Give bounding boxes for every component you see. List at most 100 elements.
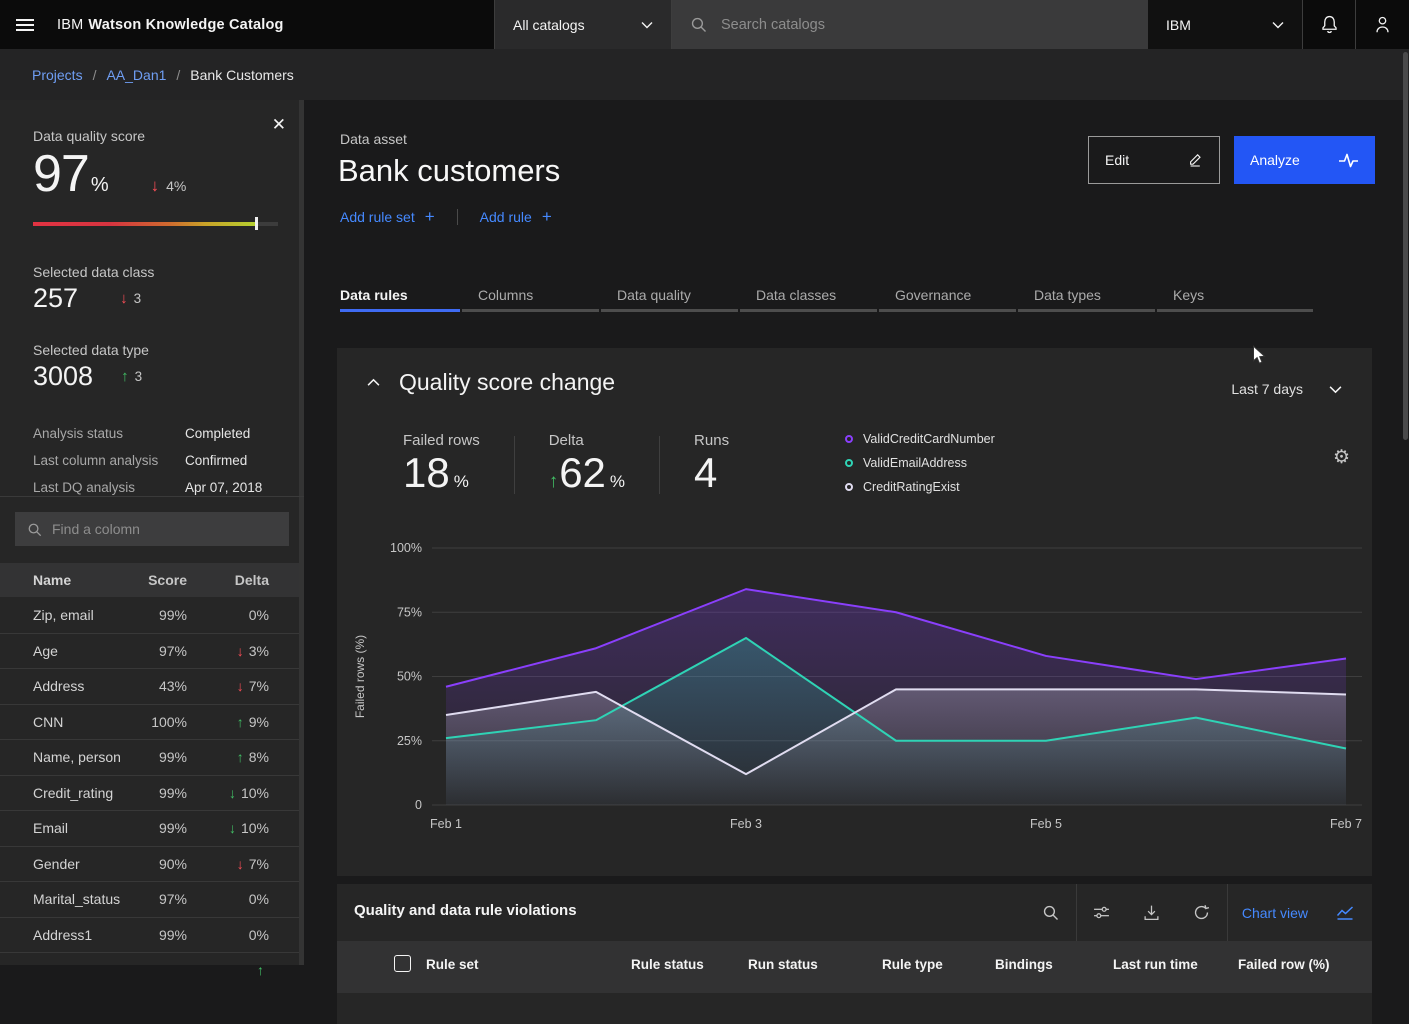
column-row[interactable]: Address199%0% bbox=[0, 917, 299, 953]
column-row[interactable]: Name, person99%↑8% bbox=[0, 739, 299, 775]
add-rule-button[interactable]: Add rule+ bbox=[480, 207, 552, 227]
edit-icon bbox=[1187, 152, 1203, 168]
svg-text:Feb 1: Feb 1 bbox=[430, 817, 462, 831]
reset-icon bbox=[1193, 904, 1210, 921]
find-column-search bbox=[15, 512, 289, 546]
tab-data-rules[interactable]: Data rules bbox=[340, 281, 460, 312]
chevron-down-icon bbox=[1329, 385, 1342, 394]
legend-swatch bbox=[845, 435, 853, 443]
column-delta: ↓7% bbox=[187, 856, 269, 872]
analysis-meta: Analysis status Completed Last column an… bbox=[33, 426, 304, 495]
legend-item[interactable]: ValidEmailAddress bbox=[845, 456, 995, 470]
data-type-delta: 3 bbox=[135, 369, 143, 384]
search-icon bbox=[690, 16, 707, 33]
line-chart-icon bbox=[1336, 905, 1354, 921]
data-class-delta: 3 bbox=[134, 291, 142, 306]
column-name: Address1 bbox=[33, 927, 125, 943]
chart-stats: Failed rows 18 % Delta ↑ 62 % Runs 4 bbox=[403, 432, 729, 497]
collapse-section-button[interactable] bbox=[367, 378, 380, 387]
breadcrumb-link-projects[interactable]: Projects bbox=[32, 67, 83, 83]
close-icon: ✕ bbox=[272, 115, 286, 134]
download-button[interactable] bbox=[1127, 884, 1177, 941]
column-score: 99% bbox=[125, 607, 187, 623]
column-score: 100% bbox=[125, 714, 187, 730]
data-class-label: Selected data class bbox=[33, 264, 304, 280]
column-row[interactable]: Email99%↓10% bbox=[0, 810, 299, 846]
notifications-button[interactable] bbox=[1302, 0, 1355, 49]
plus-icon: + bbox=[542, 207, 552, 227]
divider bbox=[659, 436, 660, 494]
column-name: Marital_status bbox=[33, 891, 125, 907]
catalog-selector[interactable]: All catalogs bbox=[494, 0, 672, 49]
breadcrumb-separator: / bbox=[176, 67, 180, 83]
legend-item[interactable]: CreditRatingExist bbox=[845, 480, 995, 494]
column-row[interactable]: Credit_rating99%↓10% bbox=[0, 775, 299, 811]
analyze-button[interactable]: Analyze bbox=[1234, 136, 1375, 184]
violations-card: Quality and data rule violations Chart v… bbox=[337, 884, 1372, 1024]
column-name: Name, person bbox=[33, 749, 125, 765]
column-name: Credit_rating bbox=[33, 785, 125, 801]
column-row[interactable]: Marital_status97%0% bbox=[0, 881, 299, 917]
chart-view-toggle[interactable]: Chart view bbox=[1228, 884, 1372, 941]
select-all-checkbox[interactable] bbox=[394, 955, 411, 972]
edit-button[interactable]: Edit bbox=[1088, 136, 1220, 184]
account-selector[interactable]: IBM bbox=[1148, 0, 1302, 49]
stat-delta: Delta ↑ 62 % bbox=[549, 432, 625, 497]
chevron-up-icon bbox=[367, 378, 380, 387]
column-score: 90% bbox=[125, 856, 187, 872]
tab-governance[interactable]: Governance bbox=[879, 281, 1016, 312]
tab-columns[interactable]: Columns bbox=[462, 281, 599, 312]
column-delta: ↓7% bbox=[187, 678, 269, 694]
chart-settings-button[interactable]: ⚙ bbox=[1333, 446, 1350, 469]
legend-swatch bbox=[845, 483, 853, 491]
column-row[interactable]: Age97%↓3% bbox=[0, 633, 299, 669]
column-row[interactable]: CNN100%↑9% bbox=[0, 704, 299, 740]
tab-data-classes[interactable]: Data classes bbox=[740, 281, 877, 312]
find-column-input[interactable] bbox=[52, 521, 277, 537]
violations-table-header: Rule setRule statusRun statusRule typeBi… bbox=[337, 941, 1372, 993]
down-arrow-icon: ↓ bbox=[237, 678, 244, 694]
asset-eyebrow: Data asset bbox=[340, 131, 407, 147]
sidebar-scrollbar[interactable] bbox=[299, 100, 304, 965]
column-row[interactable]: Address43%↓7% bbox=[0, 668, 299, 704]
meta-row: Last DQ analysis Apr 07, 2018 bbox=[33, 480, 304, 495]
column-score: 97% bbox=[125, 891, 187, 907]
down-arrow-icon: ↓ bbox=[237, 856, 244, 872]
column-delta: ↓3% bbox=[187, 643, 269, 659]
menu-icon bbox=[16, 16, 34, 34]
breadcrumb-current: Bank Customers bbox=[190, 67, 293, 83]
search-icon bbox=[27, 522, 42, 537]
asset-tabs: Data rulesColumnsData qualityData classe… bbox=[340, 281, 1315, 312]
svg-text:Feb 7: Feb 7 bbox=[1330, 817, 1362, 831]
quality-score-delta: 4% bbox=[166, 178, 186, 194]
breadcrumb-separator: / bbox=[93, 67, 97, 83]
table-search-button[interactable] bbox=[1026, 884, 1076, 941]
legend-swatch bbox=[845, 459, 853, 467]
search-catalogs-input[interactable] bbox=[721, 17, 1130, 33]
page-scrollbar[interactable] bbox=[1403, 52, 1408, 440]
profile-button[interactable] bbox=[1355, 0, 1409, 49]
column-row[interactable]: Gender90%↓7% bbox=[0, 846, 299, 882]
column-row[interactable]: Zip, email99%0% bbox=[0, 597, 299, 633]
column-name: Email bbox=[33, 820, 125, 836]
legend-label: ValidCreditCardNumber bbox=[863, 432, 995, 446]
tab-data-quality[interactable]: Data quality bbox=[601, 281, 738, 312]
add-actions: Add rule set+ Add rule+ bbox=[340, 207, 552, 227]
legend-item[interactable]: ValidCreditCardNumber bbox=[845, 432, 995, 446]
breadcrumb-link-project[interactable]: AA_Dan1 bbox=[106, 67, 166, 83]
tab-data-types[interactable]: Data types bbox=[1018, 281, 1155, 312]
add-rule-set-button[interactable]: Add rule set+ bbox=[340, 207, 435, 227]
header-search bbox=[672, 0, 1148, 49]
close-button[interactable]: ✕ bbox=[272, 116, 286, 133]
time-range-selector[interactable]: Last 7 days bbox=[1231, 381, 1342, 397]
svg-text:Feb 5: Feb 5 bbox=[1030, 817, 1062, 831]
quality-score-chart: 100%75%50%25%0Failed rows (%)Feb 1Feb 3F… bbox=[337, 348, 1372, 876]
tab-keys[interactable]: Keys bbox=[1157, 281, 1313, 312]
column-row[interactable]: ↑ bbox=[0, 952, 299, 988]
down-arrow-icon: ↓ bbox=[151, 176, 160, 196]
filter-button[interactable] bbox=[1077, 884, 1127, 941]
hamburger-menu-button[interactable] bbox=[0, 0, 49, 49]
reset-button[interactable] bbox=[1177, 884, 1227, 941]
column-score: 99% bbox=[125, 820, 187, 836]
chevron-down-icon bbox=[641, 21, 653, 29]
